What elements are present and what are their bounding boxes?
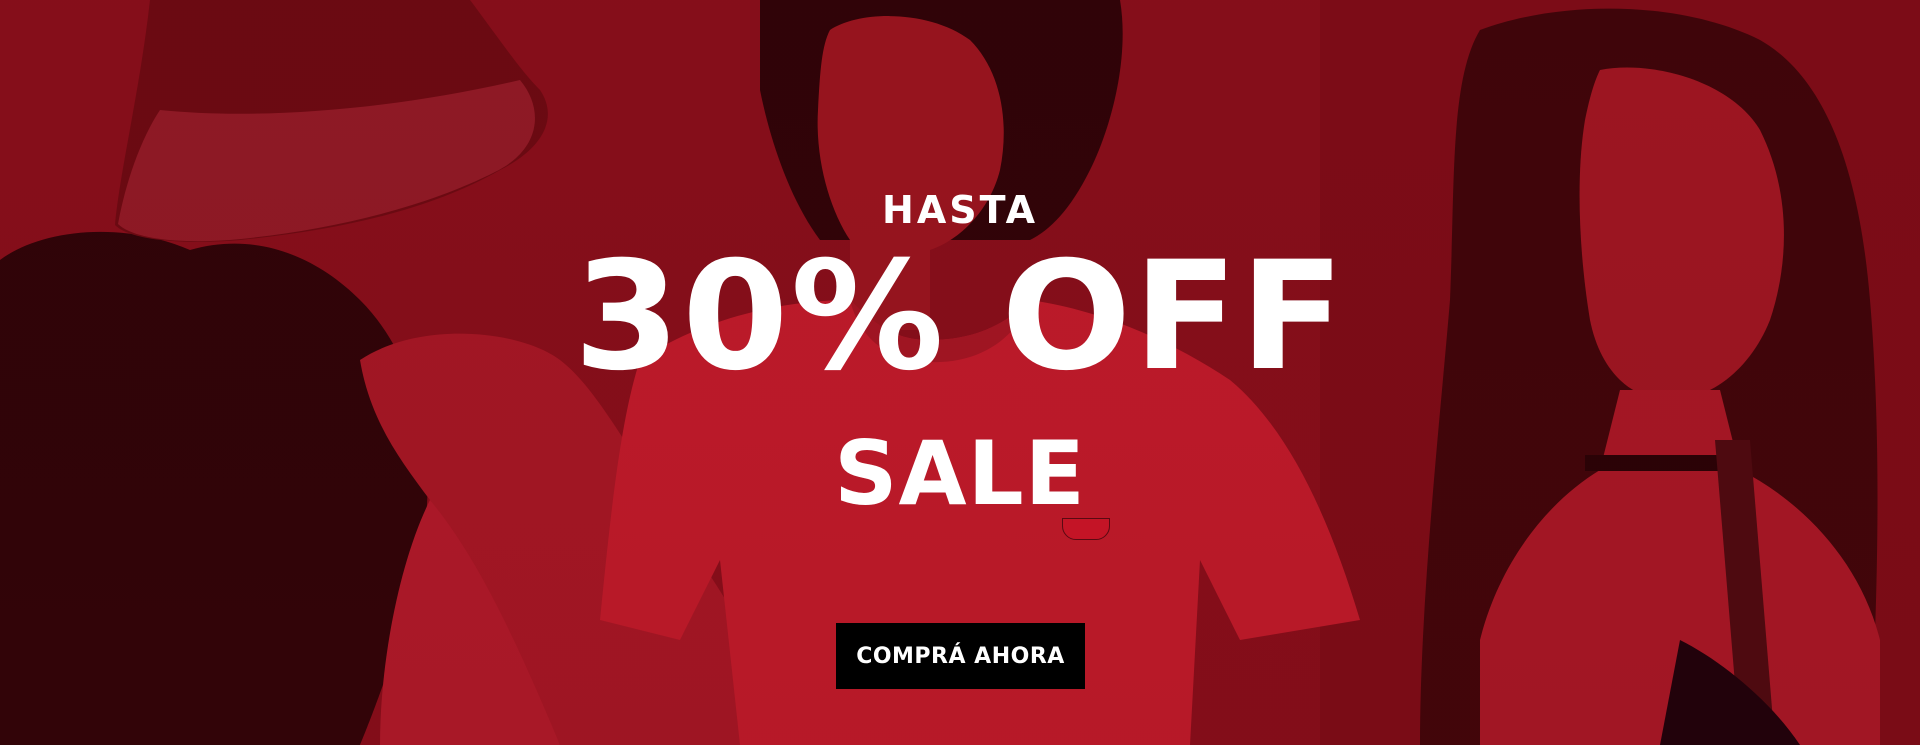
sale-subheadline: SALE: [834, 422, 1086, 525]
discount-headline: 30% OFF: [573, 230, 1347, 404]
eyebrow-text: HASTA: [882, 188, 1038, 232]
shop-now-button[interactable]: COMPRÁ AHORA: [836, 623, 1085, 689]
sale-hero-banner[interactable]: HASTA 30% OFF SALE COMPRÁ AHORA: [0, 0, 1920, 745]
